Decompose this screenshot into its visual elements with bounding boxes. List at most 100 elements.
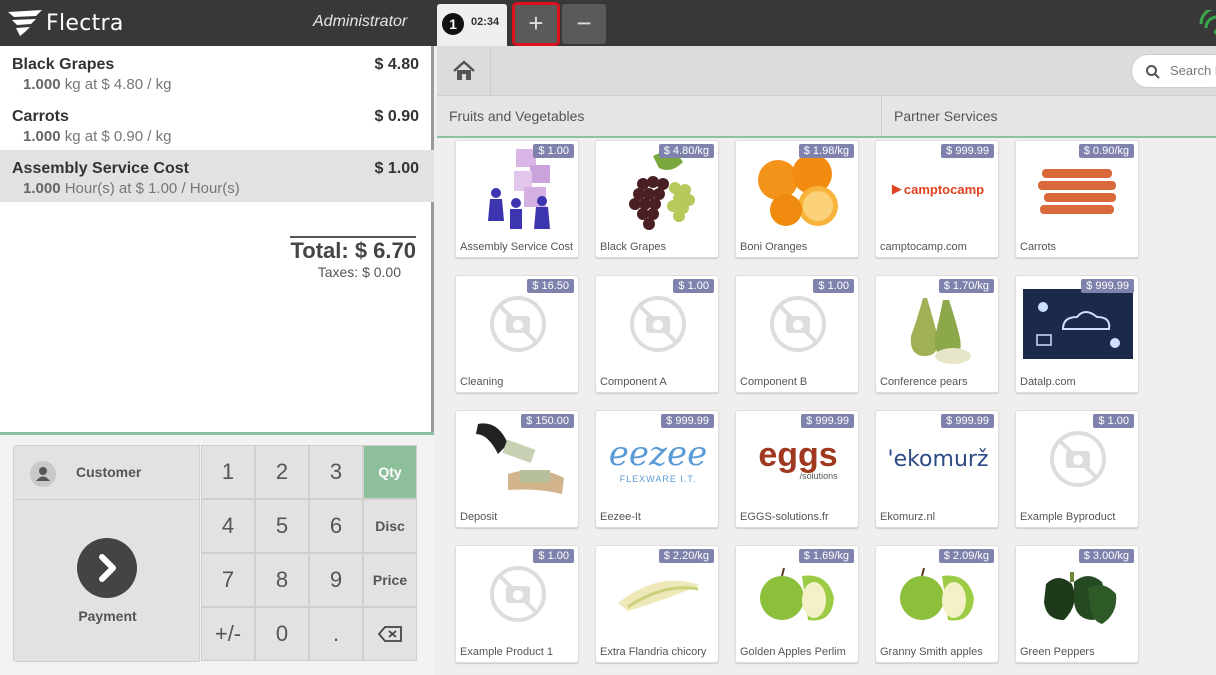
product-logo-sub: FLEXWARE I.T. (619, 474, 697, 484)
product-card[interactable]: $ 999.99 Datalp.com (1015, 275, 1139, 393)
product-card[interactable]: $ 1.98/kg Boni Oranges (735, 140, 859, 258)
home-category-button[interactable] (437, 46, 491, 96)
mode-discount-button[interactable]: Disc (363, 499, 417, 553)
product-name: Example Byproduct (1020, 511, 1116, 523)
product-price-tag: $ 1.70/kg (938, 279, 994, 293)
username[interactable]: Administrator (313, 13, 407, 31)
user-icon (30, 461, 56, 487)
orderline-qty: 1.000 (23, 128, 61, 145)
product-card[interactable]: $ 1.00 Example Product 1 (455, 545, 579, 663)
search-placeholder: Search P (1170, 63, 1216, 78)
numpad-key-2[interactable]: 2 (255, 445, 309, 499)
product-card[interactable]: $ 150.00 Deposit (455, 410, 579, 528)
numpad-key-0[interactable]: 0 (255, 607, 309, 661)
mode-qty-button[interactable]: Qty (363, 445, 417, 499)
orderline-product-name: Assembly Service Cost (12, 160, 189, 177)
product-card[interactable]: eggs/solutions $ 999.99 EGGS-solutions.fr (735, 410, 859, 528)
product-price-tag: $ 16.50 (527, 279, 574, 293)
product-logo-text: eggs (758, 435, 838, 474)
product-logo-text: camptocamp (903, 181, 985, 197)
product-card[interactable]: eezee FLEXWARE I.T. $ 999.99 Eezee-It (595, 410, 719, 528)
numpad-key-1[interactable]: 1 (201, 445, 255, 499)
product-card[interactable]: $ 1.69/kg Golden Apples Perlim (735, 545, 859, 663)
orderline-detail: kg at $ 0.90 / kg (64, 128, 172, 145)
product-name: camptocamp.com (880, 241, 967, 253)
numpad-decimal-key[interactable]: . (309, 607, 363, 661)
order-time: 02:34 (471, 16, 500, 28)
numpad-key-6[interactable]: 6 (309, 499, 363, 553)
product-name: Black Grapes (600, 241, 667, 253)
control-pad: Customer Payment 1 2 3 Qty 4 5 6 Disc 7 … (0, 432, 434, 675)
product-card[interactable]: $ 2.20/kg Extra Flandria chicory (595, 545, 719, 663)
product-name: Extra Flandria chicory (600, 646, 707, 658)
product-price-tag: $ 4.80/kg (658, 144, 714, 158)
orderline-detail: Hour(s) at $ 1.00 / Hour(s) (64, 180, 240, 197)
product-name: Component A (600, 376, 667, 388)
product-name: Carrots (1020, 241, 1057, 253)
product-card[interactable]: $ 1.00 Component A (595, 275, 719, 393)
add-order-button[interactable]: + (512, 2, 560, 46)
numpad-key-9[interactable]: 9 (309, 553, 363, 607)
home-icon (453, 60, 475, 80)
product-name: Ekomurz.nl (880, 511, 936, 523)
numpad-key-3[interactable]: 3 (309, 445, 363, 499)
backspace-icon (377, 626, 402, 642)
payment-button[interactable]: Payment (13, 500, 200, 662)
numpad-sign-toggle[interactable]: +/- (201, 607, 255, 661)
numpad-key-7[interactable]: 7 (201, 553, 255, 607)
orderline[interactable]: Black Grapes $ 4.80 1.000 kg at $ 4.80 /… (0, 46, 434, 98)
product-card[interactable]: $ 1.00 Component B (735, 275, 859, 393)
category-partner-services[interactable]: Partner Services (882, 96, 1216, 136)
product-card[interactable]: $ 3.00/kg Green Peppers (1015, 545, 1139, 663)
product-card[interactable]: $ 16.50 Cleaning (455, 275, 579, 393)
plus-icon: + (528, 8, 544, 38)
numpad-key-5[interactable]: 5 (255, 499, 309, 553)
product-name: Component B (740, 376, 808, 388)
product-name: Golden Apples Perlim (740, 646, 846, 658)
remove-order-button[interactable]: − (562, 4, 606, 44)
search-products-input[interactable]: Search P (1131, 54, 1216, 88)
orderline[interactable]: Carrots $ 0.90 1.000 kg at $ 0.90 / kg (0, 98, 434, 150)
mode-price-button[interactable]: Price (363, 553, 417, 607)
product-grid: $ 1.00 Assembly Service Cost $ 4.80/kg Blac… (437, 140, 1216, 675)
breadcrumb-bar: Search P (437, 46, 1216, 96)
orderline-price: $ 1.00 (374, 160, 419, 177)
set-customer-button[interactable]: Customer (13, 445, 200, 500)
order-tab[interactable]: 1 02:34 (437, 4, 507, 46)
product-name: Eezee-It (600, 511, 641, 523)
search-icon (1146, 65, 1160, 79)
backspace-button[interactable] (363, 607, 417, 661)
orderline-product-name: Carrots (12, 108, 69, 125)
product-price-tag: $ 3.00/kg (1078, 549, 1134, 563)
product-logo-text: 'ekomurž (887, 446, 989, 472)
orderline-info: 1.000 kg at $ 0.90 / kg (12, 128, 419, 145)
wifi-status-icon[interactable] (1197, 10, 1216, 36)
flectra-logo: Flectra (6, 4, 136, 42)
product-name: EGGS-solutions.fr (740, 511, 829, 523)
pos-topbar: Flectra Administrator 1 02:34 + − (0, 0, 1216, 46)
product-name: Deposit (460, 511, 498, 523)
product-price-tag: $ 2.09/kg (938, 549, 994, 563)
product-card[interactable]: ▶ camptocamp $ 999.99 camptocamp.com (875, 140, 999, 258)
product-price-tag: $ 999.99 (1081, 279, 1134, 293)
product-card[interactable]: $ 1.70/kg Conference pears (875, 275, 999, 393)
product-card[interactable]: $ 1.00 Example Byproduct (1015, 410, 1139, 528)
flectra-wing-icon (8, 10, 42, 36)
product-card[interactable]: $ 2.09/kg Granny Smith apples (875, 545, 999, 663)
product-name: Datalp.com (1020, 376, 1076, 388)
product-card[interactable]: $ 0.90/kg Carrots (1015, 140, 1139, 258)
product-name: Cleaning (460, 376, 504, 388)
product-price-tag: $ 999.99 (941, 414, 994, 428)
numpad-key-4[interactable]: 4 (201, 499, 255, 553)
category-bar: Fruits and Vegetables Partner Services (437, 96, 1216, 138)
numpad-key-8[interactable]: 8 (255, 553, 309, 607)
product-card[interactable]: $ 4.80/kg Black Grapes (595, 140, 719, 258)
product-card[interactable]: 'ekomurž $ 999.99 Ekomurz.nl (875, 410, 999, 528)
payment-label: Payment (78, 608, 137, 624)
orderline-price: $ 4.80 (374, 56, 419, 73)
product-price-tag: $ 999.99 (801, 414, 854, 428)
product-card[interactable]: $ 1.00 Assembly Service Cost (455, 140, 579, 258)
orderline-selected[interactable]: Assembly Service Cost $ 1.00 1.000 Hour(… (0, 150, 434, 202)
product-price-tag: $ 1.00 (813, 279, 854, 293)
category-fruits-vegetables[interactable]: Fruits and Vegetables (437, 96, 882, 136)
